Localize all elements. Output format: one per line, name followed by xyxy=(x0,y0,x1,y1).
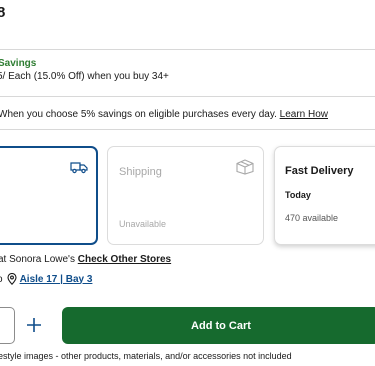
truck-icon xyxy=(70,162,88,174)
increase-quantity-button[interactable] xyxy=(22,313,46,337)
store-text: at Sonora Lowe's xyxy=(0,254,78,265)
aisle-location: o Aisle 17 | Bay 3 xyxy=(0,273,92,285)
fast-delivery-title: Fast Delivery xyxy=(285,165,354,177)
fast-delivery-option-card[interactable]: Fast Delivery Today 470 available xyxy=(274,146,375,245)
image-disclaimer: estyle images - other products, material… xyxy=(0,351,292,361)
store-info: at Sonora Lowe's Check Other Stores xyxy=(0,254,171,265)
savings-title: Savings xyxy=(0,58,37,69)
divider xyxy=(0,49,375,50)
fast-delivery-when: Today xyxy=(285,190,311,200)
pickup-option-card[interactable]: le xyxy=(0,146,98,245)
learn-how-link[interactable]: Learn How xyxy=(280,109,328,120)
divider xyxy=(0,96,375,97)
location-pin-icon xyxy=(7,273,17,285)
check-other-stores-link[interactable]: Check Other Stores xyxy=(78,254,171,265)
credit-offer: When you choose 5% savings on eligible p… xyxy=(0,109,328,120)
add-to-cart-button[interactable]: Add to Cart xyxy=(62,307,375,344)
price: 8 xyxy=(0,4,6,21)
fast-delivery-availability: 470 available xyxy=(285,213,339,223)
plus-icon xyxy=(27,318,41,332)
divider xyxy=(0,129,375,130)
shipping-title: Shipping xyxy=(119,166,162,178)
credit-offer-text: When you choose 5% savings on eligible p… xyxy=(0,109,280,120)
quantity-input[interactable] xyxy=(0,307,15,344)
aisle-link[interactable]: Aisle 17 | Bay 3 xyxy=(20,274,93,285)
savings-detail: 5/ Each (15.0% Off) when you buy 34+ xyxy=(0,71,169,82)
shipping-status: Unavailable xyxy=(119,219,167,229)
box-icon xyxy=(236,159,254,175)
shipping-option-card: Shipping Unavailable xyxy=(107,146,264,245)
aisle-prefix: o xyxy=(0,274,3,285)
